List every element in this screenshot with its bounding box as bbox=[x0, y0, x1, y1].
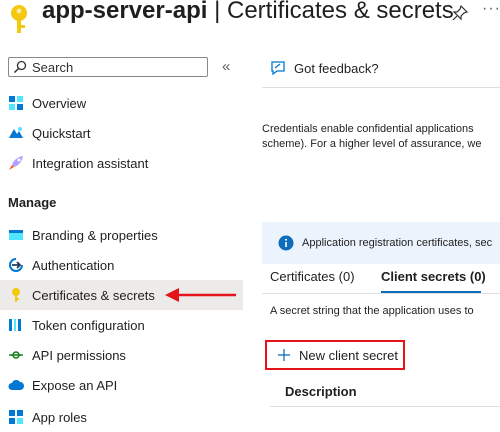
feedback-link[interactable]: Got feedback? bbox=[270, 60, 379, 76]
title-separator: | bbox=[207, 0, 227, 24]
sidebar-item-label: App roles bbox=[32, 409, 87, 425]
info-banner-text: Application registration certificates, s… bbox=[302, 237, 493, 249]
sidebar-item-label: Quickstart bbox=[32, 125, 91, 141]
new-client-secret-button[interactable]: New client secret bbox=[265, 340, 405, 370]
credentials-description: Credentials enable confidential applicat… bbox=[262, 122, 500, 152]
new-client-secret-label: New client secret bbox=[299, 347, 398, 363]
token-icon bbox=[9, 319, 21, 331]
cloud-icon bbox=[8, 379, 24, 390]
authentication-icon bbox=[9, 258, 23, 272]
sidebar-item-label: Expose an API bbox=[32, 377, 118, 393]
plus-icon bbox=[278, 349, 290, 361]
sidebar-item-overview[interactable]: Overview bbox=[0, 88, 243, 118]
page-name: Certificates & secrets bbox=[226, 0, 454, 24]
info-banner: Application registration certificates, s… bbox=[262, 222, 500, 264]
quickstart-icon bbox=[9, 127, 23, 138]
search-input[interactable]: Search bbox=[8, 57, 208, 77]
sidebar-item-label: Certificates & secrets bbox=[32, 287, 155, 303]
sidebar-item-label: Branding & properties bbox=[32, 227, 158, 243]
sidebar-item-label: Overview bbox=[32, 95, 87, 111]
sidebar-item-label: Integration assistant bbox=[32, 155, 149, 171]
search-icon bbox=[13, 60, 27, 74]
feedback-icon bbox=[271, 61, 285, 76]
sidebar-item-integration-assistant[interactable]: Integration assistant bbox=[0, 148, 243, 178]
sidebar-item-token-configuration[interactable]: Token configuration bbox=[0, 310, 243, 340]
sidebar-item-label: Authentication bbox=[32, 257, 115, 273]
tab-client-secrets[interactable]: Client secrets (0) bbox=[381, 269, 486, 284]
key-icon bbox=[12, 288, 20, 302]
page-title: app-server-api | Certificates & secrets bbox=[42, 0, 454, 25]
info-icon bbox=[278, 235, 294, 251]
divider bbox=[270, 406, 500, 407]
description-line: Credentials enable confidential applicat… bbox=[262, 123, 474, 135]
app-roles-icon bbox=[9, 410, 23, 424]
search-placeholder: Search bbox=[32, 59, 74, 75]
collapse-sidebar-button[interactable]: « bbox=[222, 58, 230, 75]
sidebar-item-branding[interactable]: Branding & properties bbox=[0, 220, 243, 250]
tab-certificates[interactable]: Certificates (0) bbox=[270, 269, 355, 284]
sidebar-item-label: API permissions bbox=[32, 347, 126, 363]
annotation-arrow-icon bbox=[165, 288, 236, 302]
sidebar-item-api-permissions[interactable]: API permissions bbox=[0, 340, 243, 370]
pin-icon[interactable] bbox=[452, 5, 468, 21]
key-icon bbox=[11, 5, 27, 33]
sidebar-item-quickstart[interactable]: Quickstart bbox=[0, 118, 243, 148]
description-line: scheme). For a higher level of assurance… bbox=[262, 138, 482, 150]
column-header-description: Description bbox=[285, 384, 357, 399]
overview-icon bbox=[9, 96, 23, 110]
divider bbox=[262, 293, 500, 294]
sidebar-item-expose-api[interactable]: Expose an API bbox=[0, 370, 243, 400]
branding-icon bbox=[9, 230, 23, 240]
sidebar-item-app-roles[interactable]: App roles bbox=[0, 402, 243, 432]
rocket-icon bbox=[9, 156, 23, 170]
sidebar-item-label: Token configuration bbox=[32, 317, 145, 333]
client-secret-description: A secret string that the application use… bbox=[270, 305, 474, 317]
feedback-label: Got feedback? bbox=[294, 60, 379, 76]
sidebar-item-authentication[interactable]: Authentication bbox=[0, 250, 243, 280]
more-options-icon[interactable]: ··· bbox=[482, 0, 500, 18]
api-permissions-icon bbox=[9, 351, 23, 359]
app-name: app-server-api bbox=[42, 0, 208, 24]
manage-section-heading: Manage bbox=[8, 195, 57, 210]
divider bbox=[262, 87, 500, 88]
